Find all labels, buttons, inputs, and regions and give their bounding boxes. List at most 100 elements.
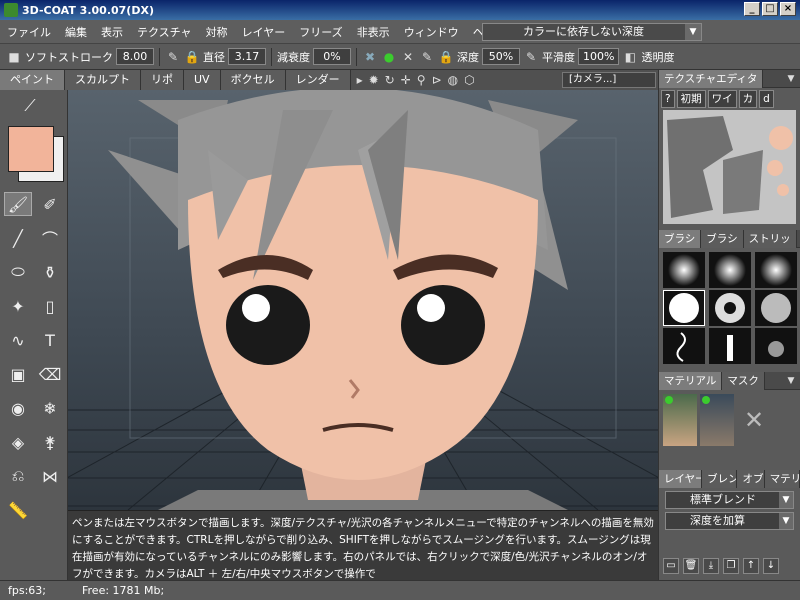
material-item[interactable]	[663, 394, 697, 446]
primary-color-swatch[interactable]	[8, 126, 54, 172]
brush-stroke-icon[interactable]: ⟋	[16, 94, 44, 118]
depth-add-select[interactable]: 深度を加算 ▼	[665, 512, 794, 530]
soft-stroke-field[interactable]: 8.00	[116, 48, 154, 65]
line-tool-icon[interactable]: ╱	[4, 226, 32, 250]
lock-icon-2[interactable]: 🔒	[438, 49, 454, 65]
tube-icon[interactable]: ⬭	[4, 260, 32, 284]
tab-render[interactable]: レンダー	[285, 70, 351, 90]
mouse-icon[interactable]: ◧	[622, 49, 638, 65]
camera-select[interactable]: [カメラ...]	[562, 72, 656, 88]
page-icon[interactable]: ▯	[36, 294, 64, 318]
menu-window[interactable]: ウィンドウ	[397, 24, 466, 40]
lock-icon[interactable]: 🔒	[184, 49, 200, 65]
panel-menu-icon[interactable]: ▼	[784, 72, 798, 86]
delete-layer-icon[interactable]: 🗑	[683, 558, 699, 574]
tab-brush-2[interactable]: ブラシ	[701, 229, 744, 248]
menu-freeze[interactable]: フリーズ	[292, 24, 349, 40]
checkbox-icon[interactable]: ■	[6, 49, 22, 65]
snowflake-icon[interactable]: ❄	[36, 396, 64, 420]
material-item[interactable]	[700, 394, 734, 446]
texture-preview[interactable]	[663, 110, 796, 224]
brush-item[interactable]	[755, 328, 797, 364]
3d-viewport[interactable]	[68, 90, 658, 510]
clear-material-icon[interactable]: ✕	[737, 394, 771, 446]
bucket-icon[interactable]: ◈	[4, 430, 32, 454]
eraser-icon[interactable]: ⌫	[36, 362, 64, 386]
maximize-button[interactable]: □	[762, 2, 778, 16]
smudge-icon[interactable]: ⌒	[36, 226, 64, 250]
tab-voxel[interactable]: ボクセル	[220, 70, 286, 90]
pen-pressure-icon-2[interactable]: ✎	[419, 49, 435, 65]
ruler-icon[interactable]: 📏	[4, 498, 32, 522]
panel-menu-icon[interactable]: ▼	[784, 374, 798, 388]
tab-sculpt[interactable]: スカルプト	[65, 70, 141, 90]
freeform-icon[interactable]: ✦	[4, 294, 32, 318]
texture-wire-button[interactable]: ワイ	[707, 90, 737, 108]
blend-mode-select[interactable]: 標準ブレンド ▼	[665, 491, 794, 509]
texture-d-button[interactable]: d	[759, 90, 774, 108]
eye-icon[interactable]: ◉	[4, 396, 32, 420]
falloff-field[interactable]: 0%	[313, 48, 351, 65]
airbrush-icon[interactable]: ✐	[36, 192, 64, 216]
depth-mode-select[interactable]: カラーに依存しない深度 ▼	[482, 23, 702, 41]
pan-icon[interactable]: ⊳	[432, 73, 442, 87]
texture-color-button[interactable]: カ	[738, 90, 758, 108]
menu-file[interactable]: ファイル	[0, 24, 58, 40]
pen-pressure-icon-3[interactable]: ✎	[523, 49, 539, 65]
navigate-icon[interactable]: ▸	[357, 73, 363, 87]
tab-materials[interactable]: マテリ	[764, 469, 800, 488]
fill-icon[interactable]: ▣	[4, 362, 32, 386]
merge-layer-icon[interactable]: ⤓	[703, 558, 719, 574]
stamp-icon[interactable]: ⚱	[36, 260, 64, 284]
tab-brush[interactable]: ブラシ	[659, 229, 702, 248]
butterfly-icon[interactable]: ⋈	[36, 464, 64, 488]
diameter-field[interactable]: 3.17	[228, 48, 266, 65]
tab-strip[interactable]: ストリッ	[743, 229, 797, 248]
tab-blend[interactable]: ブレン	[702, 469, 738, 488]
menu-view[interactable]: 表示	[94, 24, 130, 40]
menu-edit[interactable]: 編集	[58, 24, 94, 40]
tab-material[interactable]: マテリアル	[659, 371, 723, 390]
text-icon[interactable]: T	[36, 328, 64, 352]
brush-item[interactable]	[709, 290, 751, 326]
minimize-button[interactable]: _	[744, 2, 760, 16]
close-button[interactable]: ×	[780, 2, 796, 16]
tab-retopo[interactable]: リポ	[141, 70, 184, 90]
brush-item[interactable]	[755, 290, 797, 326]
menu-hide[interactable]: 非表示	[350, 24, 397, 40]
paint-brush-icon[interactable]: 🖌	[4, 192, 32, 216]
brush-item[interactable]	[663, 252, 705, 288]
tab-paint[interactable]: ペイント	[0, 70, 65, 90]
move-up-icon[interactable]: ↑	[743, 558, 759, 574]
light-icon[interactable]: ✹	[369, 73, 379, 87]
smooth-field[interactable]: 100%	[578, 48, 620, 65]
brush-item[interactable]	[709, 328, 751, 364]
menu-texture[interactable]: テクスチャ	[130, 24, 199, 40]
pen-pressure-icon[interactable]: ✎	[165, 49, 181, 65]
tab-objects[interactable]: オブ	[737, 469, 765, 488]
menu-layer[interactable]: レイヤー	[235, 24, 293, 40]
move-icon[interactable]: ✛	[401, 73, 411, 87]
clone-icon[interactable]: ⎌	[4, 464, 32, 488]
texture-reset-button[interactable]: 初期	[676, 90, 706, 108]
sphere-icon[interactable]: ◍	[448, 73, 458, 87]
menu-symmetry[interactable]: 対称	[199, 24, 235, 40]
picker-icon[interactable]: ⚵	[36, 430, 64, 454]
texture-help-button[interactable]: ?	[661, 90, 675, 108]
brush-item[interactable]	[663, 328, 705, 364]
clear-icon[interactable]: ✕	[400, 49, 416, 65]
rotate-icon[interactable]: ↻	[385, 73, 395, 87]
zoom-icon[interactable]: ⚲	[417, 73, 426, 87]
green-ball-icon[interactable]: ●	[381, 49, 397, 65]
brush-item-selected[interactable]	[663, 290, 705, 326]
brush-item[interactable]	[709, 252, 751, 288]
depth-field[interactable]: 50%	[482, 48, 520, 65]
tab-uv[interactable]: UV	[184, 70, 221, 90]
new-layer-icon[interactable]: ▭	[663, 558, 679, 574]
curve-icon[interactable]: ∿	[4, 328, 32, 352]
cube-icon[interactable]: ⬡	[464, 73, 474, 87]
move-down-icon[interactable]: ↓	[763, 558, 779, 574]
cross-tool-icon[interactable]: ✖	[362, 49, 378, 65]
duplicate-layer-icon[interactable]: ❐	[723, 558, 739, 574]
tab-layers[interactable]: レイヤー	[659, 469, 703, 488]
